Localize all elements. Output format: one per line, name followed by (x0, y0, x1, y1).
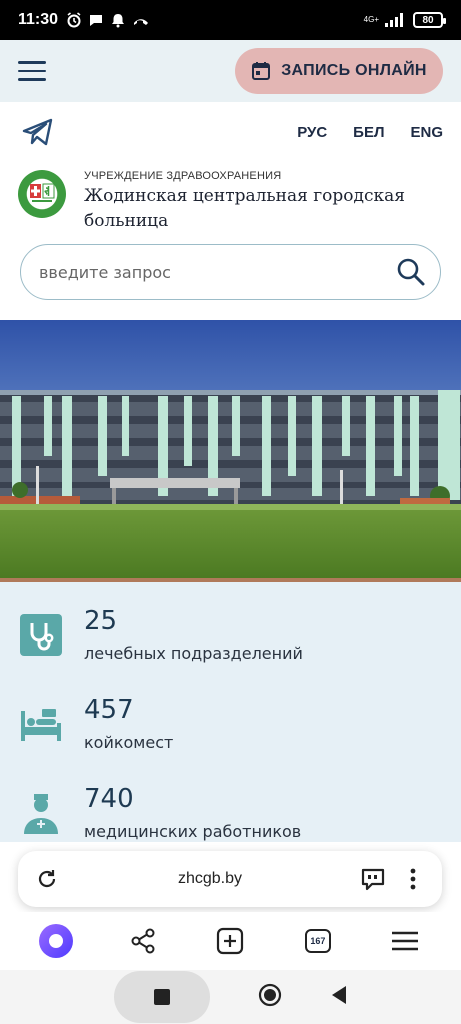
alarm-icon (67, 12, 81, 28)
tabs-button[interactable]: 167 (298, 921, 338, 961)
stat-beds-number: 457 (84, 695, 134, 725)
back-button[interactable] (330, 985, 348, 1009)
hospital-emblem-icon (30, 183, 55, 202)
status-time: 11:30 (18, 11, 59, 28)
stat-medical-workers-label: медицинских работников (84, 822, 302, 841)
calendar-icon (252, 62, 271, 80)
add-tab-icon (217, 927, 244, 955)
system-nav-bar (0, 970, 461, 1024)
status-bar: 11:30 4G+ 80 (0, 0, 461, 40)
hospital-building-image (0, 320, 461, 582)
organization-text: УЧРЕЖДЕНИЕ ЗДРАВООХРАНЕНИЯ Жодинская цен… (84, 168, 405, 232)
signal-icon (385, 13, 403, 27)
chat-bubble-icon (90, 15, 103, 26)
search-box (20, 244, 441, 300)
url-text[interactable]: zhcgb.by (60, 870, 360, 888)
stat-departments-label: лечебных подразделений (84, 644, 303, 663)
stats-section: 25 лечебных подразделений 457 койкомест … (0, 582, 461, 842)
hospital-bed-icon (21, 709, 61, 741)
language-row: РУС БЕЛ ENG (22, 112, 443, 152)
stat-departments-number: 25 (84, 606, 118, 636)
stat-medical-workers: 740 медицинских работников (20, 784, 301, 841)
share-button[interactable] (123, 921, 163, 961)
record-online-button[interactable]: ЗАПИСЬ ОНЛАЙН (235, 48, 443, 94)
hamburger-menu-icon[interactable] (18, 61, 46, 81)
assistant-icon (38, 924, 73, 958)
telegram-icon[interactable] (22, 118, 54, 146)
stethoscope-icon (20, 614, 62, 656)
stat-medical-workers-number: 740 (84, 784, 134, 814)
network-type: 4G+ (363, 15, 379, 24)
search-icon[interactable] (396, 257, 426, 287)
notification-bell-icon (112, 14, 125, 28)
back-triangle-icon (331, 986, 346, 1004)
language-switcher: РУС БЕЛ ENG (297, 124, 443, 141)
top-nav: ЗАПИСЬ ОНЛАЙН (0, 40, 461, 102)
home-button[interactable] (258, 983, 282, 1011)
record-online-label: ЗАПИСЬ ОНЛАЙН (281, 62, 427, 79)
more-vert-icon[interactable] (400, 866, 426, 892)
menu-icon (392, 931, 419, 951)
status-right: 4G+ 80 (363, 12, 446, 28)
stat-departments: 25 лечебных подразделений (20, 606, 303, 663)
organization-name-line2: больница (84, 211, 169, 231)
quote-icon[interactable] (360, 866, 386, 892)
missed-call-icon (134, 19, 149, 25)
tabs-count: 167 (304, 929, 331, 953)
organization-name-line1: Жодинская центральная городская (84, 186, 405, 206)
stat-beds: 457 койкомест (20, 695, 173, 752)
search-input[interactable] (39, 262, 396, 282)
organization-subtitle: УЧРЕЖДЕНИЕ ЗДРАВООХРАНЕНИЯ (84, 170, 282, 182)
assistant-button[interactable] (36, 921, 76, 961)
reload-icon[interactable] (34, 866, 60, 892)
recent-apps-button[interactable] (113, 971, 210, 1023)
lang-by[interactable]: БЕЛ (353, 124, 384, 141)
battery-icon: 80 (413, 12, 446, 28)
doctor-icon (24, 794, 58, 834)
lang-ru[interactable]: РУС (297, 124, 327, 141)
stat-beds-label: койкомест (84, 733, 174, 752)
status-icons (66, 12, 150, 28)
browser-toolbar: 167 (0, 912, 461, 970)
organization-header: УЧРЕЖДЕНИЕ ЗДРАВООХРАНЕНИЯ Жодинская цен… (18, 168, 443, 232)
lang-en[interactable]: ENG (410, 124, 443, 141)
browser-menu-button[interactable] (385, 921, 425, 961)
home-circle-icon (258, 983, 281, 1007)
browser-url-bar: zhcgb.by (18, 851, 442, 907)
new-tab-button[interactable] (210, 921, 250, 961)
hospital-logo[interactable] (18, 170, 66, 218)
share-icon (131, 928, 155, 954)
square-icon (153, 989, 170, 1005)
